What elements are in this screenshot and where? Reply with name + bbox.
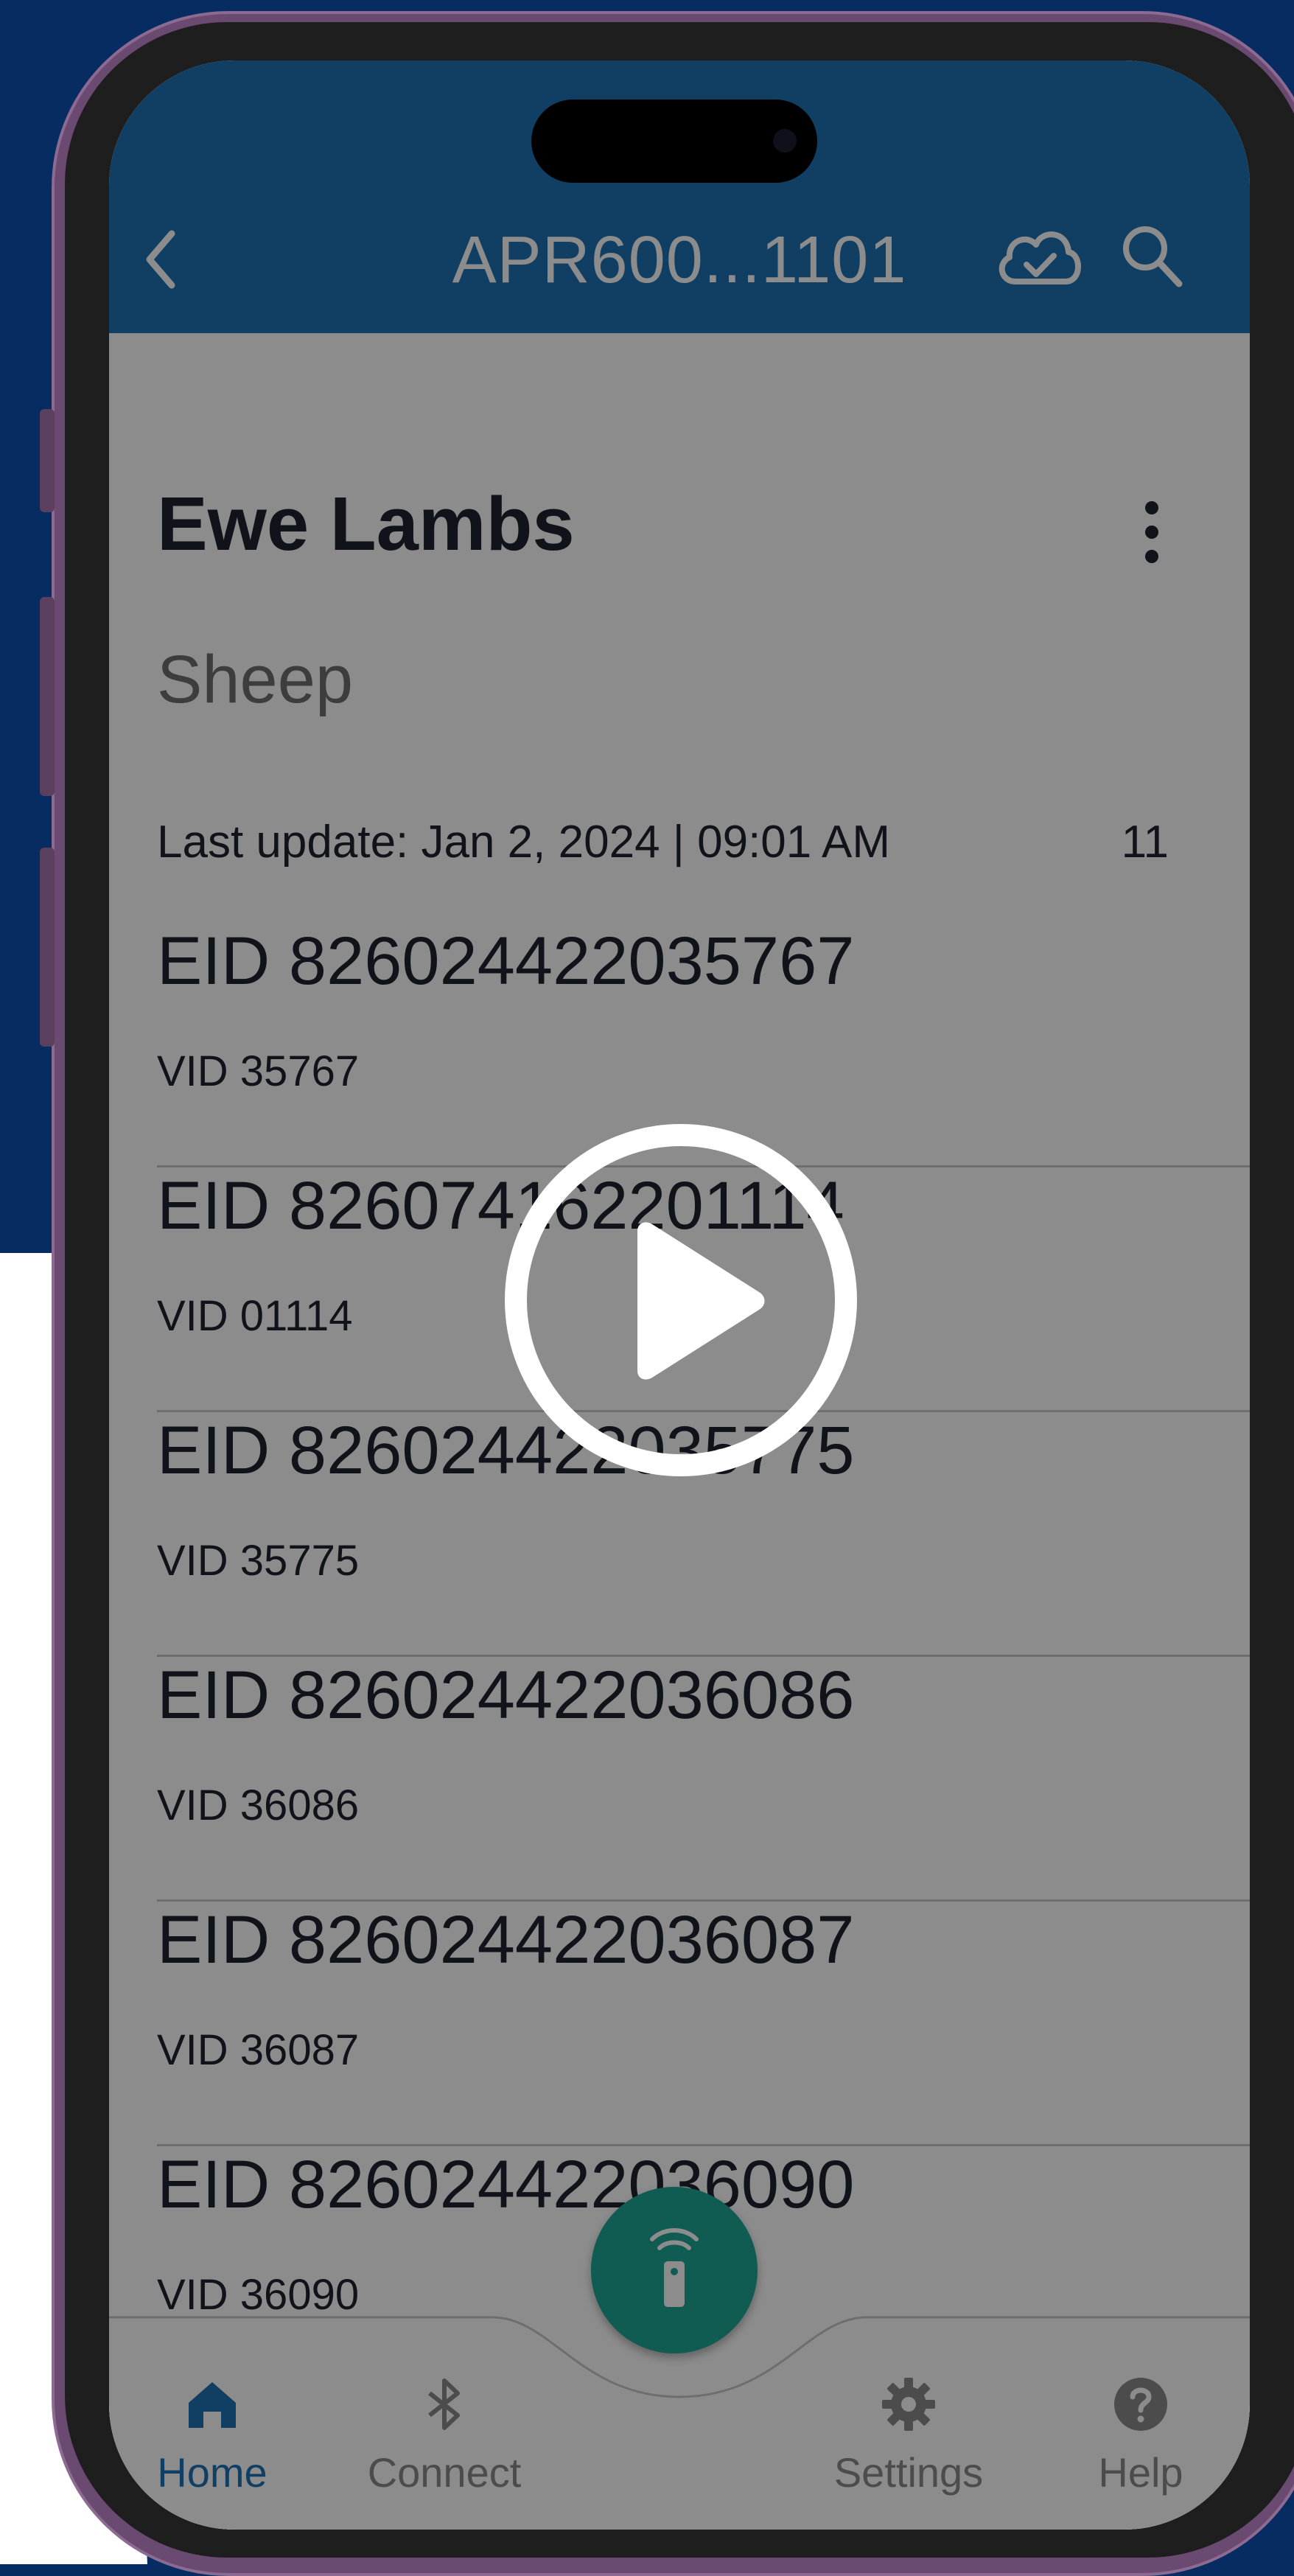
video-play-button[interactable] (505, 1124, 857, 1476)
phone-volume-up-button (40, 597, 55, 796)
play-icon (637, 1222, 765, 1380)
phone-volume-down-button (40, 848, 55, 1047)
phone-side-button (40, 409, 55, 512)
